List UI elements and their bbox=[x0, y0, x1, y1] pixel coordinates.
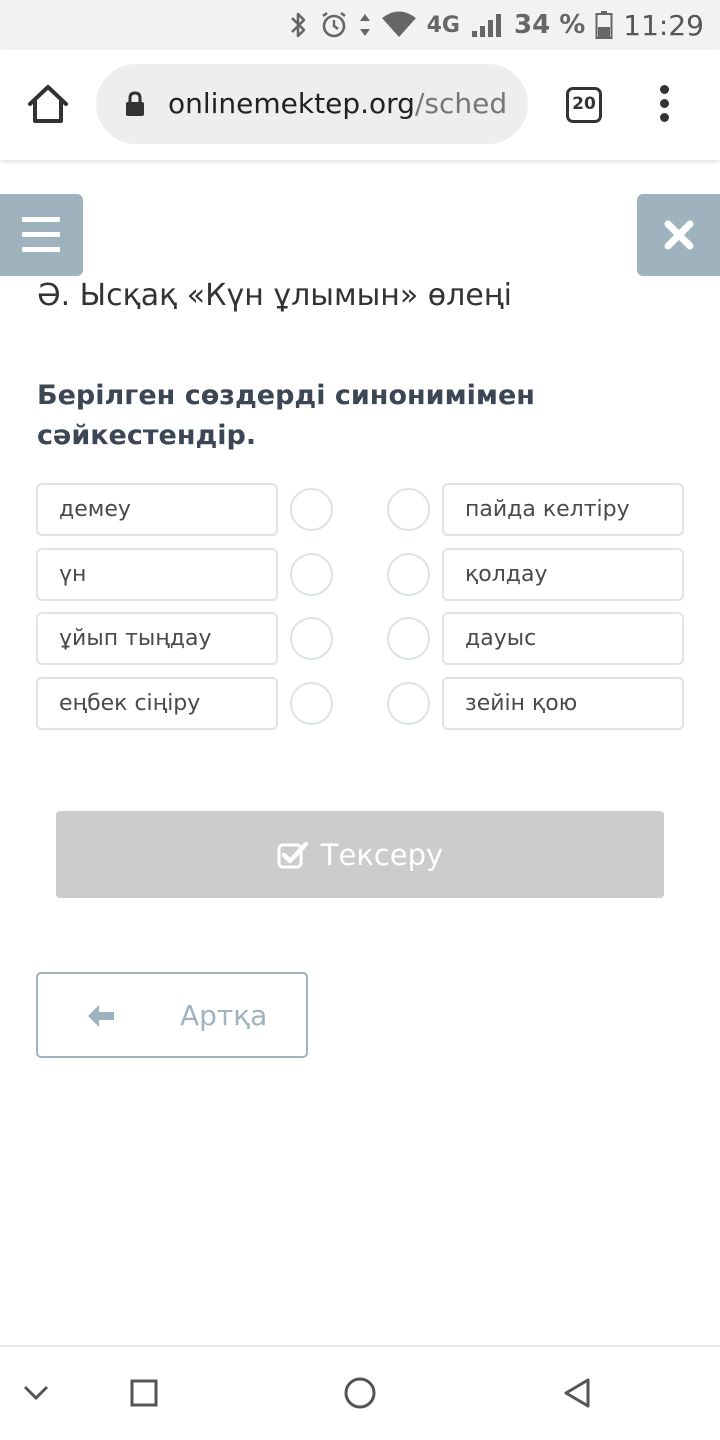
left-connector-2[interactable] bbox=[290, 553, 333, 596]
check-button-label: Тексеру bbox=[320, 837, 444, 872]
left-word-3[interactable]: ұйып тыңдау bbox=[36, 612, 278, 665]
right-connector-3[interactable] bbox=[387, 617, 430, 660]
left-word-2[interactable]: үн bbox=[36, 548, 278, 601]
home-icon[interactable] bbox=[24, 80, 72, 128]
left-connector-4[interactable] bbox=[290, 682, 333, 725]
alarm-icon bbox=[321, 11, 346, 38]
close-icon[interactable] bbox=[637, 194, 720, 276]
left-connector-3[interactable] bbox=[290, 617, 333, 660]
chevron-down-icon[interactable] bbox=[22, 1383, 50, 1403]
left-connector-1[interactable] bbox=[290, 488, 333, 531]
right-connector-4[interactable] bbox=[387, 682, 430, 725]
right-connector-1[interactable] bbox=[387, 488, 430, 531]
address-bar[interactable]: onlinemektep.org/schedule bbox=[96, 64, 528, 144]
right-word-1[interactable]: пайда келтіру bbox=[442, 483, 684, 536]
lesson-title: Ә. Ысқақ «Күн ұлымын» өлеңі bbox=[37, 278, 512, 313]
hamburger-icon[interactable] bbox=[0, 194, 83, 276]
back-button-label: Артқа bbox=[180, 999, 268, 1032]
status-bar: 4G 34 % 11:29 bbox=[0, 0, 720, 50]
url-domain: onlinemektep.org bbox=[168, 87, 415, 120]
status-icons: 4G 34 % 11:29 bbox=[287, 8, 704, 42]
signal-icon bbox=[472, 14, 501, 37]
arrow-left-icon bbox=[88, 1005, 114, 1027]
right-connector-2[interactable] bbox=[387, 553, 430, 596]
url-text: onlinemektep.org/schedule bbox=[168, 86, 508, 122]
right-word-4[interactable]: зейін қою bbox=[442, 677, 684, 730]
right-word-2[interactable]: қолдау bbox=[442, 548, 684, 601]
clock: 11:29 bbox=[623, 8, 704, 42]
back-button[interactable]: Артқа bbox=[36, 972, 308, 1058]
task-instruction: Берілген сөздерді синонимімен сәйкестенд… bbox=[37, 380, 535, 451]
browser-toolbar: onlinemektep.org/schedule 20 bbox=[0, 50, 720, 160]
left-word-1[interactable]: демеу bbox=[36, 483, 278, 536]
checkbox-check-icon bbox=[277, 841, 309, 868]
url-path: /schedule bbox=[414, 87, 508, 120]
back-nav-icon[interactable] bbox=[562, 1377, 592, 1409]
tab-switcher-button[interactable]: 20 bbox=[566, 87, 602, 123]
right-word-3[interactable]: дауыс bbox=[442, 612, 684, 665]
home-nav-icon[interactable] bbox=[343, 1376, 377, 1410]
bluetooth-icon bbox=[290, 12, 305, 38]
more-menu-icon[interactable] bbox=[656, 85, 672, 125]
battery-percent: 34 % bbox=[514, 10, 586, 40]
wifi-icon bbox=[381, 11, 416, 37]
data-arrows-icon bbox=[359, 14, 370, 36]
recent-apps-icon[interactable] bbox=[130, 1379, 158, 1407]
check-button[interactable]: Тексеру bbox=[56, 811, 664, 898]
network-type: 4G bbox=[426, 12, 460, 38]
left-word-4[interactable]: еңбек сіңіру bbox=[36, 677, 278, 730]
battery-icon bbox=[595, 11, 613, 39]
system-navigation-bar bbox=[0, 1345, 720, 1440]
lock-icon bbox=[126, 91, 144, 116]
